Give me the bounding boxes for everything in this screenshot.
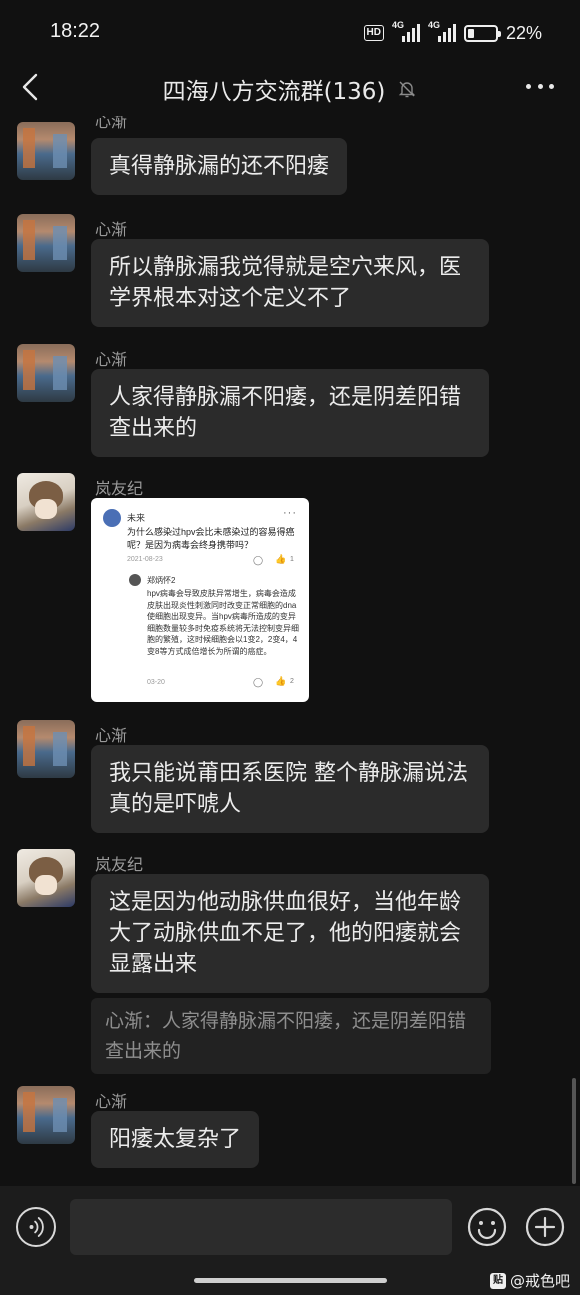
avatar[interactable] [17,1086,75,1144]
card-answer: hpv病毒会导致皮肤异常增生，病毒会造成皮肤出现炎性刺激同时改变正常细胞的dna… [147,589,299,656]
avatar[interactable] [17,849,75,907]
like-icon: 👍 [275,676,287,686]
message-bubble[interactable]: 真得静脉漏的还不阳痿 [91,138,348,195]
avatar[interactable] [17,122,75,180]
sender-name: 心渐 [95,726,128,745]
card-question: 为什么感染过hpv会比未感染过的容易得癌呢？是因为病毒会终身携带吗？ [127,527,295,550]
signal-icon: 4G [392,20,420,42]
card-user-name: 未来 [127,513,146,523]
voice-icon[interactable] [16,1207,56,1247]
answer-user-name: 郑炳怀2 [147,576,176,585]
message-list[interactable]: 心渐 真得静脉漏的还不阳痿 心渐 所以静脉漏我觉得就是空穴来风，医学界根本对这个… [0,116,580,1186]
like-count: 1 [290,556,294,563]
answer-user-avatar [129,574,141,586]
message-bubble[interactable]: 我只能说莆田系医院 整个静脉漏说法真的是吓唬人 [91,745,489,833]
avatar[interactable] [17,473,75,531]
home-indicator[interactable] [194,1278,387,1283]
scrollbar[interactable] [572,1078,576,1184]
emoji-icon[interactable] [467,1207,507,1247]
answer-date: 03-20 [147,679,165,686]
watermark-text: @戒色吧 [509,1272,570,1290]
watermark-logo: 贴 [489,1272,506,1289]
message-bubble[interactable]: 所以静脉漏我觉得就是空穴来风，医学界根本对这个定义不了 [91,239,489,327]
avatar[interactable] [17,344,75,402]
status-time: 18:22 [50,20,101,42]
card-user-avatar [103,509,121,527]
card-menu-icon: ··· [283,507,297,519]
message-bubble[interactable]: 人家得静脉漏不阳痿，还是阴差阳错查出来的 [91,369,489,457]
sender-name: 心渐 [95,1092,128,1111]
quoted-message[interactable]: 心渐：人家得静脉漏不阳痿，还是阴差阳错查出来的 [91,998,491,1074]
battery-percent: 22% [505,22,542,43]
sender-name: 心渐 [95,350,128,369]
page-title[interactable]: 四海八方交流群(136) [163,72,386,106]
plus-icon[interactable] [525,1207,565,1247]
status-indicators: HD 4G 4G 22% [363,20,542,46]
avatar[interactable] [17,214,75,272]
sender-name: 岚友纪 [95,855,144,874]
chat-title-wrap: 四海八方交流群(136) [0,72,580,106]
more-icon[interactable] [526,84,554,92]
shared-post-card[interactable]: 未来 ··· 为什么感染过hpv会比未感染过的容易得癌呢？是因为病毒会终身携带吗… [91,498,309,702]
card-date: 2021-08-23 [127,556,163,563]
comment-icon: ◯ [253,677,264,687]
like-count: 2 [290,678,294,685]
signal-icon: 4G [428,20,456,42]
sender-name: 心渐 [95,220,128,239]
chat-header: 四海八方交流群(136) [0,60,580,116]
input-bar: 贴 @戒色吧 [0,1186,580,1295]
like-icon: 👍 [275,554,287,564]
sender-name: 心渐 [95,116,128,131]
hd-badge: HD [363,25,384,41]
sender-name: 岚友纪 [95,479,144,498]
comment-icon: ◯ [253,555,264,565]
mute-bell-icon [399,81,416,98]
watermark: 贴 @戒色吧 [489,1270,570,1291]
message-input[interactable] [70,1199,452,1255]
battery-icon [463,24,501,42]
status-bar: 18:22 HD 4G 4G 22% [0,0,580,66]
avatar[interactable] [17,720,75,778]
message-bubble[interactable]: 阳痿太复杂了 [91,1111,260,1168]
message-bubble[interactable]: 这是因为他动脉供血很好，当他年龄大了动脉供血不足了，他的阳痿就会显露出来 [91,874,489,993]
